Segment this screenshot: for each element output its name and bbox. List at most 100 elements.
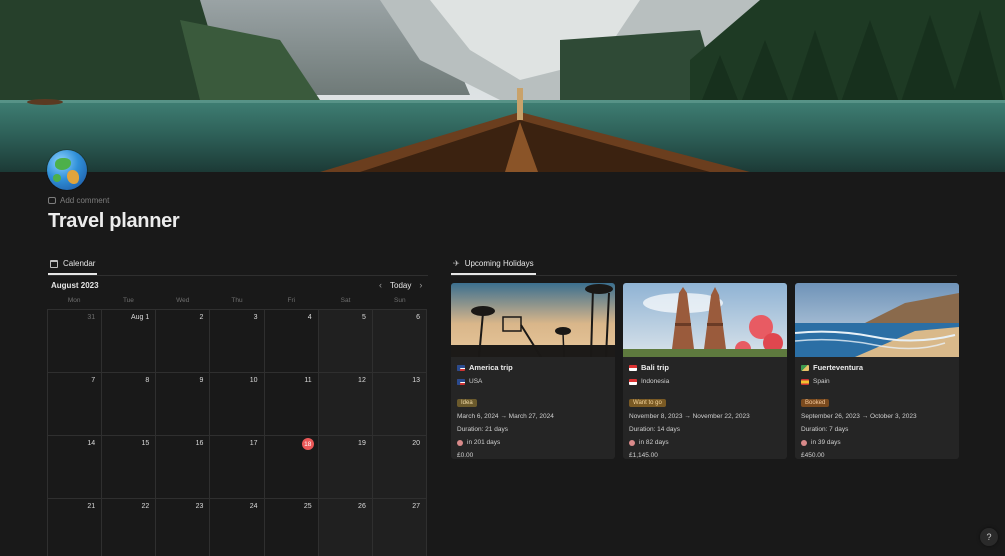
card-countdown-text: in 39 days <box>811 439 841 446</box>
calendar-day-number: 13 <box>412 377 420 384</box>
calendar-day-cell[interactable]: 25 <box>265 499 319 556</box>
calendar-day-cell[interactable]: 24 <box>210 499 265 556</box>
calendar-day-number: 22 <box>141 503 150 510</box>
card-duration: Duration: 21 days <box>457 426 508 433</box>
card-title[interactable]: Fuerteventura <box>801 363 953 372</box>
island-icon <box>801 364 809 371</box>
calendar-day-cell[interactable]: 11 <box>264 373 319 436</box>
calendar-day-cell[interactable]: Aug 1 <box>102 310 157 373</box>
card-title-text: Bali trip <box>641 363 669 372</box>
weekday-header: Mon Tue Wed Thu Fri Sat Sun <box>47 297 427 304</box>
calendar-day-cell[interactable]: 7 <box>48 373 103 436</box>
calendar-day-cell[interactable]: 5 <box>318 310 373 373</box>
calendar-day-number: 7 <box>91 377 96 384</box>
status-badge: Want to go <box>629 399 666 407</box>
cover-image <box>0 0 1005 172</box>
calendar-day-cell[interactable]: 6 <box>372 310 427 373</box>
calendar-day-cell[interactable]: 19 <box>318 436 373 499</box>
calendar-day-cell[interactable]: 23 <box>156 499 211 556</box>
tab-calendar-label: Calendar <box>63 259 96 268</box>
weekday-label: Sat <box>340 297 351 304</box>
card-countdown: in 201 days <box>457 439 609 446</box>
calendar-day-number: Aug 1 <box>130 314 150 321</box>
clock-icon <box>457 439 463 446</box>
calendar-day-cell[interactable]: 10 <box>210 373 265 436</box>
calendar-day-cell[interactable]: 9 <box>156 373 211 436</box>
chevron-left-icon[interactable]: ‹ <box>379 281 382 290</box>
globe-icon[interactable] <box>47 150 87 190</box>
calendar-day-number: 27 <box>412 503 420 510</box>
card-countdown: in 39 days <box>801 439 953 446</box>
calendar-day-cell[interactable]: 21 <box>48 499 103 556</box>
calendar-day-number: 3 <box>253 314 258 321</box>
card-dates: September 26, 2023 → October 3, 2023 <box>801 413 917 420</box>
tab-upcoming-holidays-label: Upcoming Holidays <box>464 259 534 268</box>
calendar-day-number: 26 <box>358 503 366 510</box>
calendar-day-number: 20 <box>412 440 420 447</box>
add-comment-button[interactable]: Add comment <box>48 196 109 205</box>
calendar-day-number: 5 <box>361 314 366 321</box>
month-label: August 2023 <box>51 281 99 290</box>
card-cover-image <box>623 283 787 357</box>
holiday-card[interactable]: America trip USA Idea March 6, 2024 → Ma… <box>451 283 615 459</box>
clock-icon <box>801 439 807 446</box>
card-duration: Duration: 7 days <box>801 426 849 433</box>
calendar-day-number: 16 <box>195 440 204 447</box>
card-title[interactable]: Bali trip <box>629 363 781 372</box>
weekday-label: Sun <box>394 297 406 304</box>
card-cost: £1,145.00 <box>629 452 658 459</box>
card-cost: £450.00 <box>801 452 825 459</box>
chevron-right-icon[interactable]: › <box>419 281 422 290</box>
calendar-nav: ‹ Today › <box>379 281 422 291</box>
calendar-day-cell[interactable]: 20 <box>372 436 427 499</box>
calendar-day-number: 9 <box>199 377 204 384</box>
calendar-day-cell[interactable]: 31 <box>48 310 103 373</box>
card-dates: November 8, 2023 → November 22, 2023 <box>629 413 750 420</box>
calendar-day-cell[interactable]: 2 <box>156 310 211 373</box>
calendar-day-cell[interactable]: 8 <box>102 373 157 436</box>
calendar-day-number: 10 <box>249 377 258 384</box>
calendar-day-cell[interactable]: 15 <box>102 436 157 499</box>
calendar-day-number: 23 <box>195 503 204 510</box>
calendar-day-number: 17 <box>249 440 258 447</box>
holiday-card[interactable]: Bali trip Indonesia Want to go November … <box>623 283 787 459</box>
calendar-day-cell[interactable]: 3 <box>210 310 265 373</box>
weekday-label: Thu <box>231 297 243 304</box>
tab-upcoming-holidays[interactable]: ✈ Upcoming Holidays <box>451 258 536 275</box>
usa-flag-icon <box>457 378 465 385</box>
page-title[interactable]: Travel planner <box>48 210 180 233</box>
weekday-label: Fri <box>287 297 296 304</box>
calendar-day-cell[interactable]: 4 <box>264 310 319 373</box>
card-country: Spain <box>801 378 953 385</box>
card-title[interactable]: America trip <box>457 363 609 372</box>
plane-icon: ✈ <box>453 259 460 268</box>
calendar-day-cell[interactable]: 26 <box>318 499 373 556</box>
calendar-day-cell[interactable]: 27 <box>372 499 427 556</box>
calendar-day-number: 19 <box>358 440 366 447</box>
clock-icon <box>629 439 635 446</box>
calendar-day-number: 18 <box>301 438 314 450</box>
comment-icon <box>48 197 56 204</box>
calendar-day-cell[interactable]: 12 <box>318 373 373 436</box>
help-button[interactable]: ? <box>980 528 998 546</box>
calendar-day-number: 14 <box>87 440 96 447</box>
indonesia-flag-icon <box>629 378 637 385</box>
holiday-card[interactable]: Fuerteventura Spain Booked September 26,… <box>795 283 959 459</box>
calendar-grid: 31 Aug 1 2 3 4 5 6 7 8 9 10 11 12 13 14 15 16 17 18 19 20 21 2… <box>47 309 427 556</box>
status-badge: Idea <box>457 399 477 407</box>
calendar-day-cell[interactable]: 16 <box>156 436 211 499</box>
usa-flag-icon <box>457 364 465 371</box>
add-comment-label: Add comment <box>60 196 110 205</box>
today-button[interactable]: Today <box>390 281 411 290</box>
tab-calendar[interactable]: Calendar <box>48 258 98 275</box>
calendar-day-cell[interactable]: 18 <box>264 436 319 499</box>
calendar-day-cell[interactable]: 17 <box>210 436 265 499</box>
calendar-day-cell[interactable]: 14 <box>48 436 103 499</box>
calendar-day-number: 11 <box>304 377 312 384</box>
calendar-day-cell[interactable]: 13 <box>372 373 427 436</box>
weekday-label: Tue <box>122 297 134 304</box>
divider <box>451 275 957 276</box>
calendar-day-number: 24 <box>249 503 258 510</box>
calendar-day-cell[interactable]: 22 <box>102 499 157 556</box>
card-cover-image <box>451 283 615 357</box>
